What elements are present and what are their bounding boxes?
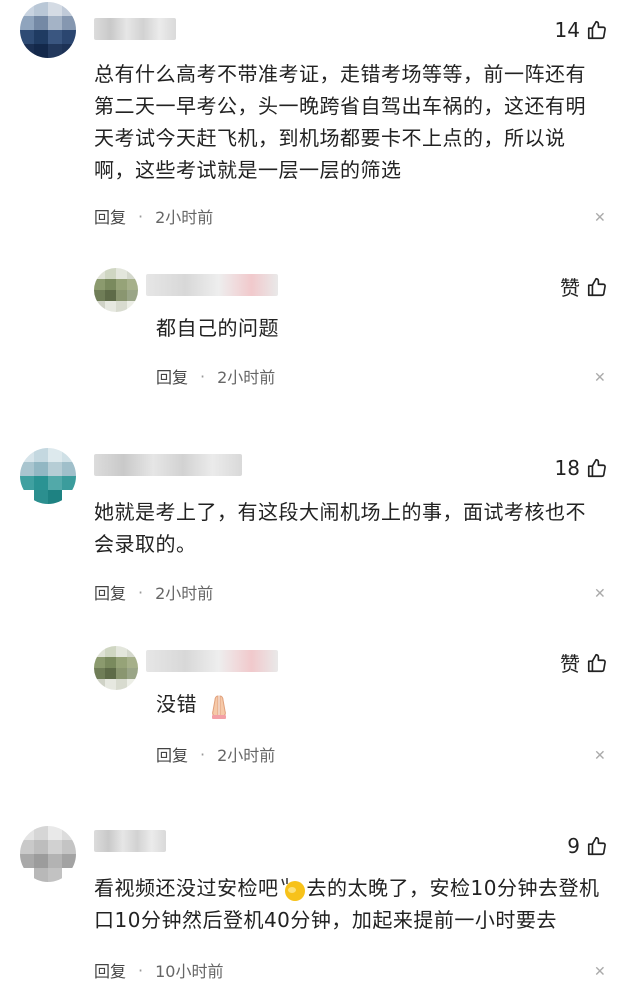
close-icon[interactable]: ✕	[594, 587, 606, 601]
like-count: 9	[567, 834, 580, 858]
like-button[interactable]: 18	[555, 456, 608, 480]
close-icon[interactable]: ✕	[594, 749, 606, 763]
timestamp: 2小时前	[217, 746, 276, 765]
comment-meta: 回复 · 2小时前	[94, 580, 213, 604]
avatar[interactable]	[94, 268, 138, 312]
thumbs-up-icon	[587, 458, 606, 478]
thumbs-up-icon	[587, 20, 606, 40]
like-button[interactable]: 赞	[560, 272, 608, 301]
username-blurred[interactable]	[146, 650, 278, 672]
reply-button[interactable]: 回复	[94, 580, 126, 604]
comment-meta: 回复 · 10小时前	[94, 958, 223, 982]
avatar[interactable]	[20, 2, 76, 58]
yellow-face-emoji-icon	[280, 877, 305, 901]
praying-hands-icon	[211, 694, 226, 719]
comment-3: 18 她就是考上了，有这段大闹机场上的事，面试考核也不会录取的。 回复 · 2小…	[0, 440, 640, 620]
avatar[interactable]	[20, 826, 76, 882]
avatar[interactable]	[20, 448, 76, 504]
like-count: 14	[554, 18, 580, 42]
timestamp: 2小时前	[155, 208, 214, 227]
reply-button[interactable]: 回复	[156, 364, 188, 388]
timestamp: 10小时前	[155, 962, 224, 981]
separator-dot: ·	[138, 960, 144, 980]
reply-button[interactable]: 回复	[94, 204, 126, 228]
comment-text-part-1: 看视频还没过安检吧	[94, 876, 279, 900]
comment-text: 看视频还没过安检吧 去的太晚了，安检10分钟去登机口10分钟然后登机40分钟，加起…	[94, 872, 609, 936]
comment-text: 都自己的问题	[156, 316, 279, 340]
comment-meta: 回复 · 2小时前	[156, 742, 275, 766]
username-blurred[interactable]	[146, 274, 278, 296]
reply-button[interactable]: 回复	[94, 958, 126, 982]
timestamp: 2小时前	[155, 584, 214, 603]
separator-dot: ·	[138, 582, 144, 602]
like-label: 赞	[560, 276, 580, 300]
reply-button[interactable]: 回复	[156, 742, 188, 766]
thumbs-up-icon	[587, 653, 606, 672]
like-count: 18	[554, 456, 580, 480]
avatar[interactable]	[94, 646, 138, 690]
comment-meta: 回复 · 2小时前	[94, 204, 213, 228]
comment-text: 她就是考上了，有这段大闹机场上的事，面试考核也不会录取的。	[94, 500, 586, 556]
separator-dot: ·	[200, 366, 206, 386]
thumbs-up-icon	[587, 836, 606, 856]
timestamp: 2小时前	[217, 368, 276, 387]
username-blurred[interactable]	[94, 454, 242, 476]
thumbs-up-icon	[587, 277, 606, 296]
username-blurred[interactable]	[94, 18, 176, 40]
comment-text: 总有什么高考不带准考证，走错考场等等，前一阵还有第二天一早考公，头一晚跨省自驾出…	[94, 62, 586, 182]
close-icon[interactable]: ✕	[594, 211, 606, 225]
like-button[interactable]: 14	[555, 18, 608, 42]
close-icon[interactable]: ✕	[594, 371, 606, 385]
comment-text: 没错	[156, 688, 596, 720]
comment-5: 9 看视频还没过安检吧 去的太晚了，安检10分钟去登机口10分钟然后登机40分钟，…	[0, 810, 640, 1001]
comment-2-reply: 赞 都自己的问题 回复 · 2小时前 ✕	[0, 240, 640, 420]
comment-meta: 回复 · 2小时前	[156, 364, 275, 388]
username-blurred[interactable]	[94, 830, 166, 852]
close-icon[interactable]: ✕	[594, 965, 606, 979]
separator-dot: ·	[138, 206, 144, 226]
comment-4-reply: 赞 没错 回复 · 2小时前 ✕	[0, 620, 640, 790]
comment-text-content: 没错	[156, 692, 197, 716]
like-button[interactable]: 9	[567, 834, 608, 858]
like-label: 赞	[560, 652, 580, 676]
like-button[interactable]: 赞	[560, 648, 608, 677]
separator-dot: ·	[200, 744, 206, 764]
comment-1: 14 总有什么高考不带准考证，走错考场等等，前一阵还有第二天一早考公，头一晚跨省…	[0, 0, 640, 240]
